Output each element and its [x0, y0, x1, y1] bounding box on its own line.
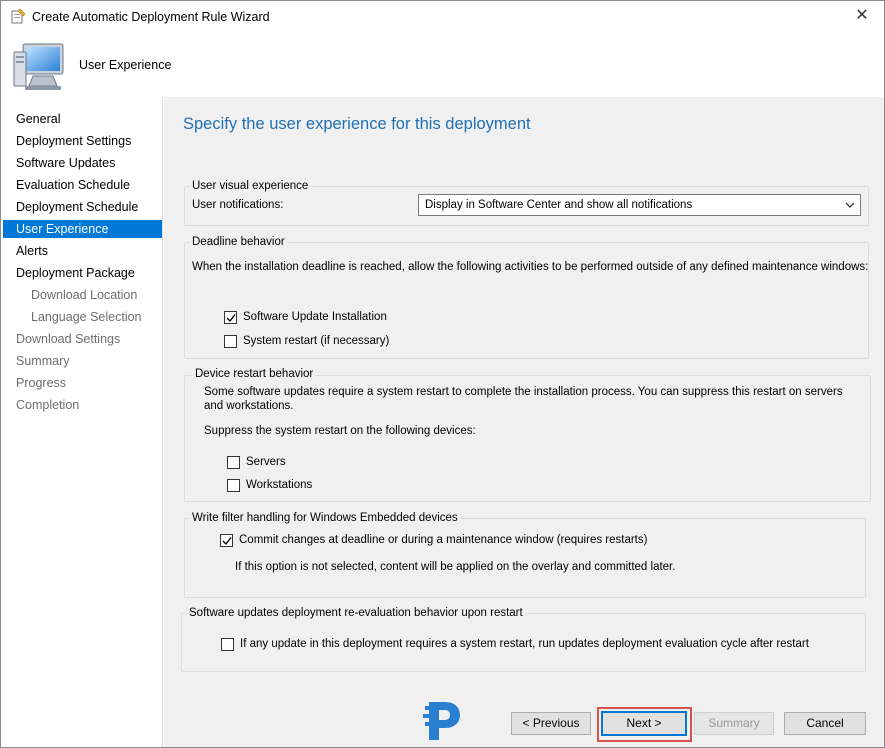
- sidebar-item-general[interactable]: General: [3, 110, 162, 128]
- close-button[interactable]: ✕: [850, 5, 874, 27]
- p-logo-icon: [423, 702, 460, 740]
- commit-changes-label[interactable]: Commit changes at deadline or during a m…: [239, 534, 647, 546]
- deadline-description: When the installation deadline is reache…: [192, 261, 869, 273]
- sidebar-item-language-selection: Language Selection: [31, 310, 142, 324]
- software-update-installation-checkbox[interactable]: [224, 311, 237, 324]
- device-restart-behavior-legend: Device restart behavior: [193, 368, 316, 380]
- sidebar-item-evaluation-schedule[interactable]: Evaluation Schedule: [3, 176, 162, 194]
- close-icon: ✕: [855, 7, 869, 24]
- previous-button[interactable]: < Previous: [511, 712, 591, 735]
- sidebar-item-deployment-settings[interactable]: Deployment Settings: [3, 132, 162, 150]
- wizard-header: User Experience: [1, 33, 884, 97]
- computer-icon: [13, 43, 64, 90]
- software-update-installation-label[interactable]: Software Update Installation: [243, 311, 387, 323]
- sidebar-item-completion: Completion: [16, 398, 80, 412]
- reevaluation-label[interactable]: If any update in this deployment require…: [240, 638, 809, 650]
- reevaluation-legend: Software updates deployment re-evaluatio…: [187, 607, 525, 619]
- user-notifications-label: User notifications:: [192, 199, 284, 211]
- deadline-behavior-legend: Deadline behavior: [190, 236, 287, 248]
- sidebar-item-download-settings: Download Settings: [16, 332, 121, 346]
- title-bar: Create Automatic Deployment Rule Wizard …: [1, 1, 884, 33]
- reevaluation-checkbox[interactable]: [221, 638, 234, 651]
- sidebar-item-software-updates[interactable]: Software Updates: [3, 154, 162, 172]
- wizard-icon: [11, 8, 26, 24]
- sidebar-item-user-experience[interactable]: User Experience: [3, 220, 162, 238]
- commit-changes-checkbox[interactable]: [220, 534, 233, 547]
- window-title: Create Automatic Deployment Rule Wizard: [32, 10, 270, 24]
- checkmark-icon: [226, 314, 236, 323]
- write-filter-legend: Write filter handling for Windows Embedd…: [190, 512, 460, 524]
- header-title: User Experience: [79, 58, 172, 72]
- sidebar-item-deployment-schedule[interactable]: Deployment Schedule: [3, 198, 162, 216]
- sidebar-item-download-location: Download Location: [31, 288, 138, 302]
- write-filter-note: If this option is not selected, content …: [235, 561, 676, 573]
- user-visual-experience-legend: User visual experience: [190, 180, 311, 192]
- servers-checkbox[interactable]: [227, 456, 240, 469]
- workstations-label[interactable]: Workstations: [246, 479, 312, 491]
- system-restart-checkbox[interactable]: [224, 335, 237, 348]
- workstations-checkbox[interactable]: [227, 479, 240, 492]
- device-restart-description: Some software updates require a system r…: [204, 386, 843, 412]
- suppress-restart-label: Suppress the system restart on the follo…: [204, 425, 476, 437]
- sidebar-item-alerts[interactable]: Alerts: [3, 242, 162, 260]
- wizard-footer: < Previous Next > Summary Cancel: [164, 691, 884, 747]
- wizard-content: Specify the user experience for this dep…: [164, 97, 884, 691]
- write-filter-group: [184, 518, 866, 598]
- user-notifications-value: Display in Software Center and show all …: [425, 199, 693, 211]
- summary-button: Summary: [694, 712, 774, 735]
- next-button[interactable]: Next >: [601, 711, 687, 736]
- wizard-window: Create Automatic Deployment Rule Wizard …: [0, 0, 885, 748]
- cancel-button[interactable]: Cancel: [784, 712, 866, 735]
- servers-label[interactable]: Servers: [246, 456, 286, 468]
- page-title: Specify the user experience for this dep…: [183, 115, 531, 133]
- chevron-down-icon: [845, 202, 855, 208]
- user-notifications-dropdown[interactable]: Display in Software Center and show all …: [418, 194, 861, 216]
- sidebar-item-summary: Summary: [16, 354, 70, 368]
- sidebar-item-deployment-package[interactable]: Deployment Package: [3, 264, 162, 282]
- sidebar-item-progress: Progress: [16, 376, 67, 390]
- checkmark-icon: [222, 537, 232, 546]
- system-restart-label[interactable]: System restart (if necessary): [243, 335, 389, 347]
- wizard-steps-sidebar: General Deployment Settings Software Upd…: [1, 97, 163, 747]
